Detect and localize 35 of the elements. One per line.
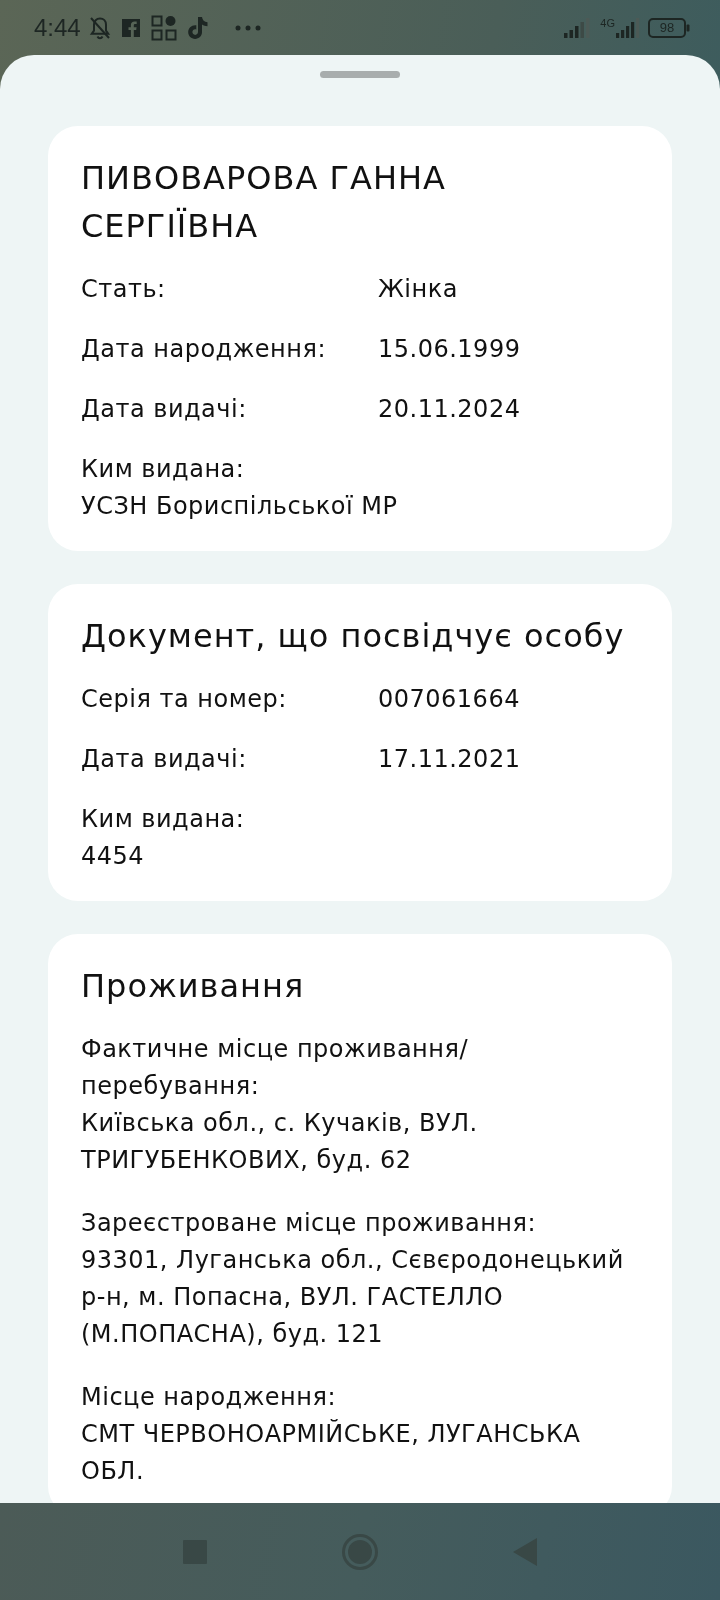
field-value: 20.11.2024 — [378, 394, 521, 425]
bell-off-icon — [88, 15, 111, 40]
back-button-icon[interactable] — [513, 1537, 537, 1566]
field-value: 007061664 — [378, 684, 520, 715]
music-note-icon — [186, 15, 209, 40]
home-button-icon[interactable] — [342, 1533, 378, 1570]
field-label: Зареєстроване місце проживання: — [81, 1208, 538, 1239]
field-label: Стать: — [81, 274, 167, 305]
field-value: 4454 — [81, 841, 146, 872]
field-label: Фактичне місце проживання/ перебування: — [81, 1034, 469, 1102]
field-label: Дата народження: — [81, 334, 327, 365]
field-value: Київська обл., с. Кучаків, ВУЛ. ТРИГУБЕНКОВИХ, буд. 62 — [81, 1108, 479, 1176]
card-title: Проживання — [81, 966, 306, 1007]
field-label: Місце народження: — [81, 1382, 337, 1413]
network-type: 4G — [600, 17, 615, 29]
battery-indicator: 98 — [648, 17, 690, 38]
field-label: Ким видана: — [81, 454, 246, 485]
card-title: ПИВОВАРОВА ГАННА СЕРГІЇВНА — [81, 158, 447, 247]
field-value: 15.06.1999 — [378, 334, 521, 365]
signal-icon — [564, 17, 591, 38]
status-time: 4:44 — [34, 13, 81, 42]
card-title: Документ, що посвідчує особу — [81, 616, 626, 657]
field-value: 93301, Луганська обл., Сєвєродонецький р-н, м. Попасна, ВУЛ. ГАСТЕЛЛО (М.ПОПАСНА), буд. 121 — [81, 1245, 625, 1350]
field-label: Ким видана: — [81, 804, 246, 835]
more-dots-icon — [234, 24, 261, 31]
field-label: Серія та номер: — [81, 684, 288, 715]
drag-handle[interactable] — [320, 71, 400, 78]
field-label: Дата видачі: — [81, 744, 248, 775]
field-value: УСЗН Бориспільської МР — [81, 491, 399, 522]
field-value: 17.11.2021 — [378, 744, 521, 775]
field-value: Жінка — [378, 274, 458, 305]
signal-icon — [616, 17, 640, 38]
field-label: Дата видачі: — [81, 394, 248, 425]
apps-grid-icon — [150, 14, 177, 41]
field-value: СМТ ЧЕРВОНОАРМІЙСЬКЕ, ЛУГАНСЬКА ОБЛ. — [81, 1418, 582, 1487]
